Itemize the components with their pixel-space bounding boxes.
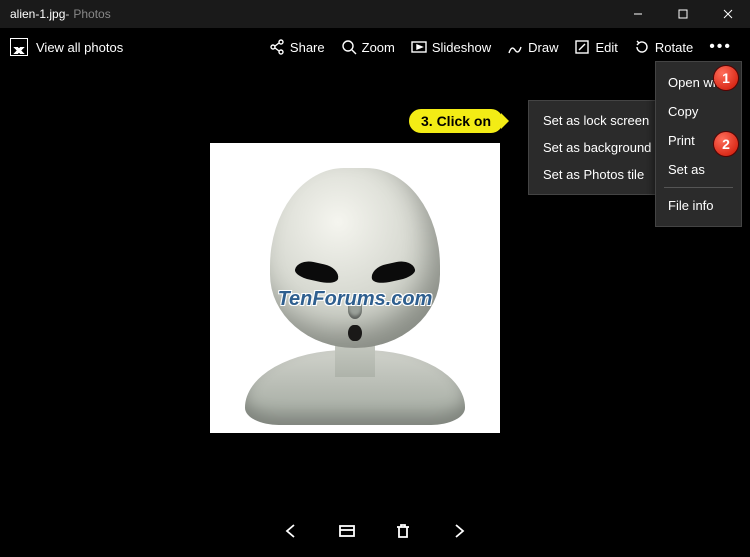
zoom-icon [341,39,357,55]
set-as-lock-screen-item[interactable]: Set as lock screen [529,107,659,134]
draw-button[interactable]: Draw [499,35,566,59]
watermark-text: TenForums.com [210,288,500,311]
maximize-button[interactable] [660,0,705,28]
zoom-button[interactable]: Zoom [333,35,403,59]
step-badge-2: 2 [714,132,738,156]
trash-icon [393,521,413,541]
photos-icon [10,38,28,56]
set-as-background-item[interactable]: Set as background [529,134,659,161]
collection-button[interactable] [336,520,358,542]
photo-content[interactable]: TenForums.com [210,143,500,433]
file-info-item[interactable]: File info [656,191,741,220]
collection-icon [337,521,357,541]
alien-mouth [348,325,362,341]
draw-icon [507,39,523,55]
set-as-item[interactable]: Set as [656,155,741,184]
draw-label: Draw [528,40,558,55]
copy-item[interactable]: Copy [656,97,741,126]
delete-button[interactable] [392,520,414,542]
edit-button[interactable]: Edit [566,35,625,59]
slideshow-label: Slideshow [432,40,491,55]
rotate-icon [634,39,650,55]
edit-icon [574,39,590,55]
instruction-callout: 3. Click on [408,108,504,134]
window-controls [615,0,750,28]
titlebar-filename: alien-1.jpg [10,7,65,21]
arrow-left-icon [281,521,301,541]
rotate-button[interactable]: Rotate [626,35,701,59]
set-as-submenu: Set as lock screen Set as background Set… [528,100,660,195]
previous-button[interactable] [280,520,302,542]
menu-separator [664,187,733,188]
view-all-photos-button[interactable]: View all photos [10,38,123,56]
step-badge-1: 1 [714,66,738,90]
view-all-label: View all photos [36,40,123,55]
set-as-photos-tile-item[interactable]: Set as Photos tile [529,161,659,188]
zoom-label: Zoom [362,40,395,55]
more-icon: ••• [709,38,732,55]
arrow-right-icon [449,521,469,541]
bottom-controls [0,513,750,549]
edit-label: Edit [595,40,617,55]
callout-bubble: 3. Click on [408,108,504,134]
next-button[interactable] [448,520,470,542]
app-toolbar: View all photos Share Zoom Slideshow Dra… [0,28,750,66]
window-titlebar: alien-1.jpg - Photos [0,0,750,28]
close-button[interactable] [705,0,750,28]
rotate-label: Rotate [655,40,693,55]
alien-head-shape [270,168,440,348]
share-button[interactable]: Share [261,35,333,59]
more-options-button[interactable]: ••• [701,34,740,60]
slideshow-button[interactable]: Slideshow [403,35,499,59]
set-as-label: Set as [668,162,705,177]
share-label: Share [290,40,325,55]
share-icon [269,39,285,55]
titlebar-separator: - [65,7,69,21]
titlebar-appname: Photos [73,7,110,21]
slideshow-icon [411,39,427,55]
minimize-button[interactable] [615,0,660,28]
